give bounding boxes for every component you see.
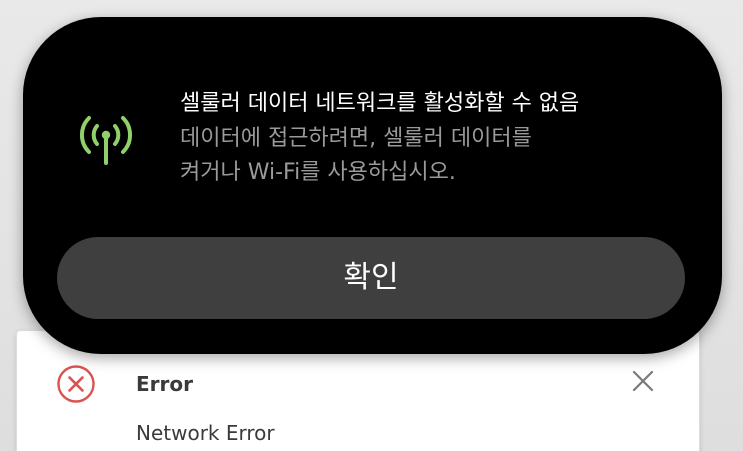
cellular-antenna-icon	[79, 116, 133, 165]
alert-message-line-1: 데이터에 접근하려면, 셀룰러 데이터를	[180, 126, 532, 151]
alert-message-line-2: 켜거나 Wi-Fi를 사용하십시오.	[180, 160, 456, 185]
confirm-button[interactable]: 확인	[57, 237, 685, 319]
error-message: Network Error	[136, 421, 275, 445]
error-x-circle-icon	[57, 365, 95, 403]
alert-message: 데이터에 접근하려면, 셀룰러 데이터를 켜거나 Wi-Fi를 사용하십시오.	[180, 122, 640, 190]
error-title: Error	[136, 372, 193, 396]
alert-title: 셀룰러 데이터 네트워크를 활성화할 수 없음	[180, 91, 580, 116]
close-icon[interactable]	[630, 368, 656, 394]
